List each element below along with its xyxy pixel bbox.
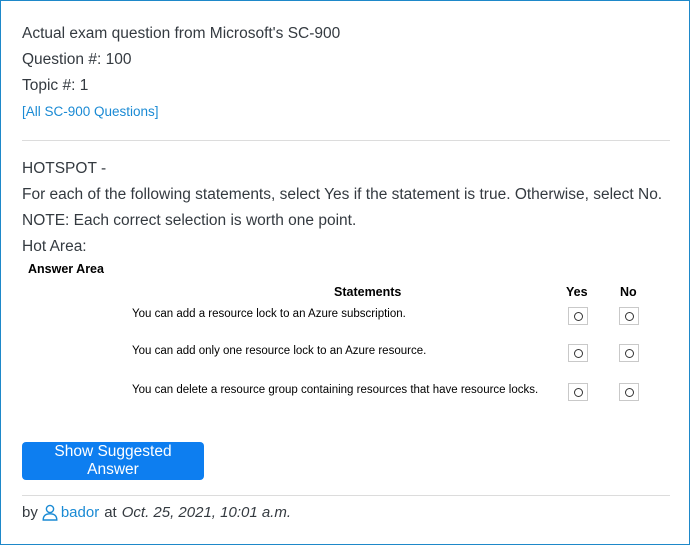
question-body: HOTSPOT - For each of the following stat… xyxy=(22,156,662,260)
author-name: bador xyxy=(60,504,100,521)
at-label: at xyxy=(104,504,117,521)
post-date: Oct. 25, 2021, 10:01 a.m. xyxy=(121,504,292,521)
by-label: by xyxy=(22,504,38,521)
answer-area-label: Answer Area xyxy=(28,262,104,276)
all-questions-link[interactable]: [All SC-900 Questions] xyxy=(22,99,340,125)
statement-2-yes-radio[interactable] xyxy=(568,344,588,362)
post-footer: by bador at Oct. 25, 2021, 10:01 a.m. xyxy=(22,504,291,521)
question-instruction: For each of the following statements, se… xyxy=(22,186,663,203)
statement-3-no-radio[interactable] xyxy=(619,383,639,401)
statement-1-no-radio[interactable] xyxy=(619,307,639,325)
statement-2: You can add only one resource lock to an… xyxy=(132,345,427,357)
radio-circle-icon xyxy=(573,311,583,321)
header-divider xyxy=(22,140,670,141)
statement-2-no-radio[interactable] xyxy=(619,344,639,362)
statement-1: You can add a resource lock to an Azure … xyxy=(132,308,406,320)
topic-number: Topic #: 1 xyxy=(22,77,89,94)
statement-1-yes-radio[interactable] xyxy=(568,307,588,325)
question-type: HOTSPOT - xyxy=(22,160,107,177)
author-link[interactable]: bador xyxy=(42,504,99,521)
radio-circle-icon xyxy=(624,348,634,358)
user-icon xyxy=(42,504,58,521)
radio-circle-icon xyxy=(624,311,634,321)
radio-circle-icon xyxy=(573,387,583,397)
question-card: Actual exam question from Microsoft's SC… xyxy=(0,0,690,545)
question-note: NOTE: Each correct selection is worth on… xyxy=(22,212,357,229)
yes-column-header: Yes xyxy=(566,285,588,299)
statement-3: You can delete a resource group containi… xyxy=(132,384,539,396)
footer-divider xyxy=(22,495,670,496)
question-header: Actual exam question from Microsoft's SC… xyxy=(22,21,340,125)
question-number: Question #: 100 xyxy=(22,51,132,68)
statements-column-header: Statements xyxy=(334,285,402,299)
radio-circle-icon xyxy=(624,387,634,397)
no-column-header: No xyxy=(620,285,637,299)
show-suggested-answer-button[interactable]: Show Suggested Answer xyxy=(22,442,204,480)
hot-area-label: Hot Area: xyxy=(22,238,87,255)
exam-title: Actual exam question from Microsoft's SC… xyxy=(22,25,341,42)
statement-3-yes-radio[interactable] xyxy=(568,383,588,401)
radio-circle-icon xyxy=(573,348,583,358)
